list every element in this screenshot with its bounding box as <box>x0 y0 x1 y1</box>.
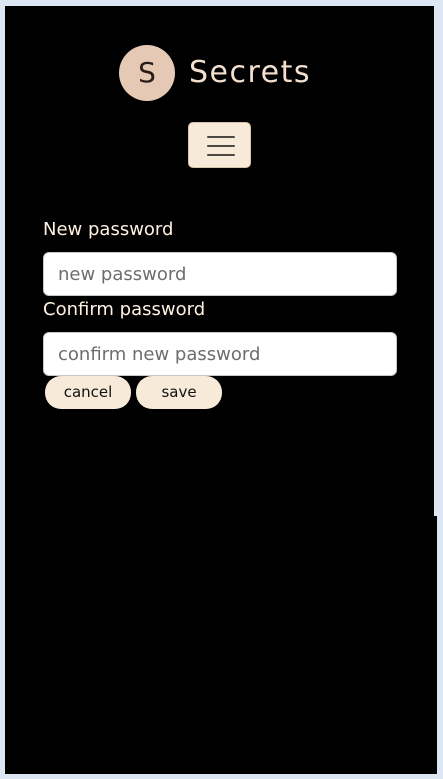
app-frame: S Secrets New password Confirm password … <box>5 6 437 774</box>
new-password-label: New password <box>43 219 174 240</box>
frame-edge <box>434 6 437 516</box>
confirm-password-label: Confirm password <box>43 299 206 320</box>
confirm-password-input[interactable] <box>43 332 397 376</box>
cancel-button[interactable]: cancel <box>45 376 131 409</box>
brand[interactable]: S Secrets <box>119 44 311 102</box>
logo-letter: S <box>138 56 156 89</box>
hamburger-menu-icon-line-3 <box>207 154 235 156</box>
brand-name: Secrets <box>189 55 312 90</box>
menu-toggle-button[interactable] <box>188 122 251 168</box>
logo-circle: S <box>119 45 175 101</box>
hamburger-menu-icon <box>207 136 235 138</box>
save-button[interactable]: save <box>136 376 222 409</box>
hamburger-menu-icon-line-2 <box>207 145 235 147</box>
new-password-input[interactable] <box>43 252 397 296</box>
